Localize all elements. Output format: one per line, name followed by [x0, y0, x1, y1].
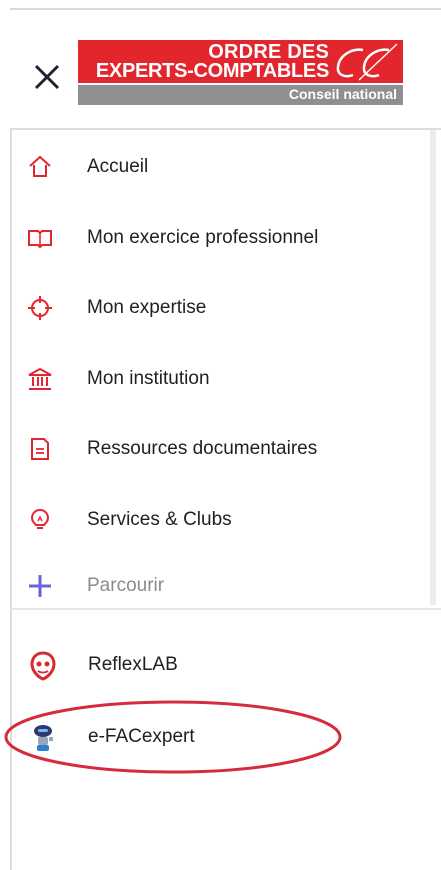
- robot-icon: [28, 723, 58, 753]
- logo-subtitle: Conseil national: [288, 86, 397, 102]
- menu-item-label: Mon expertise: [87, 297, 207, 318]
- menu-header: ORDRE DES EXPERTS-COMPTABLES Conseil nat…: [0, 30, 441, 120]
- menu-item-ressources-documentaires[interactable]: Ressources documentaires: [10, 421, 430, 477]
- logo-red-band: ORDRE DES EXPERTS-COMPTABLES: [78, 40, 403, 83]
- menu-item-label: Services & Clubs: [87, 509, 232, 530]
- menu-item-label: Parcourir: [87, 575, 165, 596]
- ordre-experts-comptables-logo[interactable]: ORDRE DES EXPERTS-COMPTABLES Conseil nat…: [78, 40, 403, 105]
- home-icon: [26, 153, 54, 181]
- tool-item-label: ReflexLAB: [88, 654, 178, 675]
- menu-item-mon-exercice-professionnel[interactable]: Mon exercice professionnel: [10, 210, 430, 266]
- menu-item-mon-institution[interactable]: Mon institution: [10, 351, 430, 407]
- top-divider: [10, 8, 441, 10]
- menu-item-accueil[interactable]: Accueil: [10, 139, 430, 195]
- tool-item-reflexlab[interactable]: ReflexLAB: [10, 638, 430, 694]
- logo-gray-band: Conseil national: [78, 85, 403, 105]
- menu-item-label: Ressources documentaires: [87, 438, 318, 459]
- menu-scrollbar[interactable]: [430, 130, 436, 605]
- menu-item-label: Mon exercice professionnel: [87, 227, 319, 248]
- close-button[interactable]: [32, 62, 62, 92]
- close-icon: [34, 64, 60, 90]
- document-icon: [26, 435, 54, 463]
- menu-item-label: Accueil: [87, 156, 149, 177]
- menu-item-mon-expertise[interactable]: Mon expertise: [10, 280, 430, 336]
- menu-item-services-clubs[interactable]: Services & Clubs: [10, 492, 430, 548]
- reflexlab-icon: [28, 651, 58, 681]
- tool-item-e-facexpert[interactable]: e-FACexpert: [10, 710, 430, 766]
- logo-cc-mark-icon: [336, 43, 398, 81]
- lightbulb-icon: [26, 506, 54, 534]
- logo-line-2: EXPERTS-COMPTABLES: [95, 60, 329, 82]
- book-icon: [26, 224, 54, 252]
- crosshair-icon: [26, 294, 54, 322]
- institution-icon: [26, 365, 54, 393]
- menu-item-parcourir[interactable]: Parcourir: [10, 558, 430, 614]
- tool-item-label: e-FACexpert: [88, 726, 195, 747]
- menu-item-label: Mon institution: [87, 368, 210, 389]
- plus-icon: [26, 572, 54, 600]
